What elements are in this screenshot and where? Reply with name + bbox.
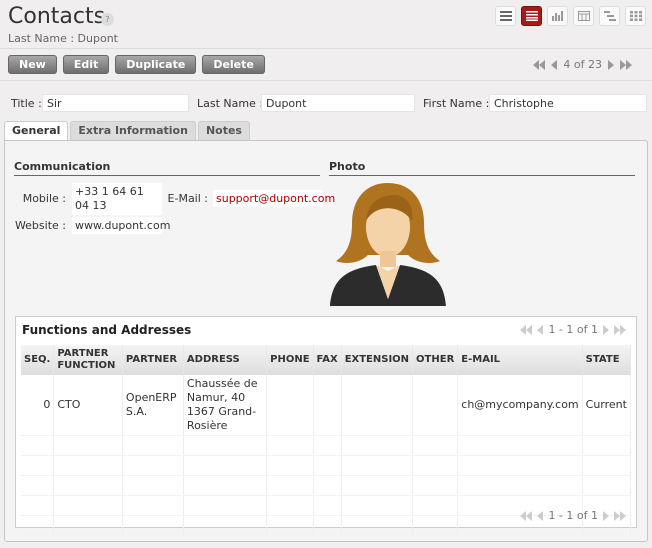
previous-record-icon[interactable] [551, 59, 558, 70]
duplicate-button[interactable]: Duplicate [115, 55, 197, 74]
tab-extra-information[interactable]: Extra Information [70, 121, 196, 140]
previous-page-icon[interactable] [537, 324, 544, 335]
mobile-label: Mobile : [22, 192, 66, 205]
functions-table: SEQ. PARTNER FUNCTION PARTNER ADDRESS PH… [21, 345, 632, 536]
toolbar-divider [0, 80, 652, 81]
action-toolbar: New Edit Duplicate Delete [8, 55, 265, 74]
first-name-field[interactable]: Christophe [489, 94, 647, 112]
cell-state: Current [582, 375, 632, 436]
first-name-label: First Name : [423, 97, 490, 110]
view-switcher [495, 6, 646, 26]
last-name-label: Last Name : [197, 97, 264, 110]
column-phone[interactable]: PHONE [266, 345, 314, 375]
column-other[interactable]: OTHER [412, 345, 459, 375]
column-state[interactable]: STATE [582, 345, 632, 375]
table-row-empty [21, 455, 632, 476]
header-divider [0, 48, 652, 49]
form-tabs: General Extra Information Notes [4, 121, 250, 141]
calendar-view-icon[interactable] [573, 6, 594, 26]
last-page-icon[interactable] [614, 510, 626, 521]
mobile-value: +33 1 64 61 04 13 [72, 183, 162, 215]
functions-addresses-panel: Functions and Addresses 1 - 1 of 1 SEQ. … [15, 316, 637, 536]
functions-pager: 1 - 1 of 1 [520, 323, 626, 336]
column-partner-function[interactable]: PARTNER FUNCTION [53, 345, 123, 375]
form-view-icon[interactable] [521, 6, 542, 26]
column-partner[interactable]: PARTNER [122, 345, 184, 375]
cell-other [412, 375, 459, 436]
column-seq[interactable]: SEQ. [21, 345, 55, 375]
first-page-icon[interactable] [520, 510, 533, 521]
cell-email: ch@mycompany.com [457, 375, 583, 436]
record-pager: 4 of 23 [533, 58, 632, 71]
edit-button[interactable]: Edit [62, 55, 110, 74]
cell-phone [266, 375, 314, 436]
tab-notes[interactable]: Notes [197, 121, 250, 140]
column-fax[interactable]: FAX [313, 345, 342, 375]
new-button[interactable]: New [8, 55, 57, 74]
tab-general[interactable]: General [4, 121, 69, 141]
cell-seq: 0 [21, 375, 55, 436]
photo-heading: Photo [329, 160, 635, 176]
help-icon[interactable]: ? [101, 13, 114, 26]
cell-address: Chaussée de Namur, 40 1367 Grand-Rosière [183, 375, 268, 436]
previous-page-icon[interactable] [537, 510, 544, 521]
column-email[interactable]: E-MAIL [457, 345, 583, 375]
kanban-view-icon[interactable] [625, 6, 646, 26]
last-record-icon[interactable] [620, 59, 632, 70]
functions-heading: Functions and Addresses [22, 323, 192, 337]
first-page-icon[interactable] [520, 324, 533, 335]
table-header-row: SEQ. PARTNER FUNCTION PARTNER ADDRESS PH… [21, 345, 632, 375]
contact-photo [330, 183, 446, 306]
breadcrumb: Last Name : Dupont [8, 32, 118, 45]
pager-status: 4 of 23 [563, 58, 602, 71]
table-row-empty [21, 475, 632, 496]
next-page-icon[interactable] [603, 510, 609, 521]
page-title: Contacts [8, 4, 106, 29]
table-row-empty [21, 435, 632, 456]
email-link[interactable]: support@dupont.com [213, 190, 335, 207]
cell-partner: OpenERP S.A. [122, 375, 184, 436]
functions-pager-status: 1 - 1 of 1 [548, 323, 598, 336]
title-label: Title : [11, 97, 42, 110]
cell-fax [313, 375, 342, 436]
gantt-view-icon[interactable] [599, 6, 620, 26]
column-extension[interactable]: EXTENSION [341, 345, 414, 375]
cell-function: CTO [53, 375, 123, 436]
email-label: E-Mail : [167, 192, 208, 205]
cell-extension [341, 375, 414, 436]
communication-heading: Communication [14, 160, 320, 176]
last-name-field[interactable]: Dupont [261, 94, 415, 112]
table-row[interactable]: 0 CTO OpenERP S.A. Chaussée de Namur, 40… [21, 375, 632, 436]
title-field[interactable]: Sir [42, 94, 189, 112]
column-address[interactable]: ADDRESS [183, 345, 268, 375]
page-header: Contacts ? Last Name : Dupont [0, 0, 652, 48]
list-view-icon[interactable] [495, 6, 516, 26]
next-record-icon[interactable] [608, 59, 614, 70]
delete-button[interactable]: Delete [202, 55, 265, 74]
graph-view-icon[interactable] [547, 6, 568, 26]
next-page-icon[interactable] [603, 324, 609, 335]
website-label: Website : [14, 219, 66, 232]
last-page-icon[interactable] [614, 324, 626, 335]
functions-pager-status-bottom: 1 - 1 of 1 [548, 509, 598, 522]
website-value[interactable]: www.dupont.com [72, 217, 170, 234]
functions-pager-bottom: 1 - 1 of 1 [520, 509, 626, 522]
first-record-icon[interactable] [533, 59, 546, 70]
